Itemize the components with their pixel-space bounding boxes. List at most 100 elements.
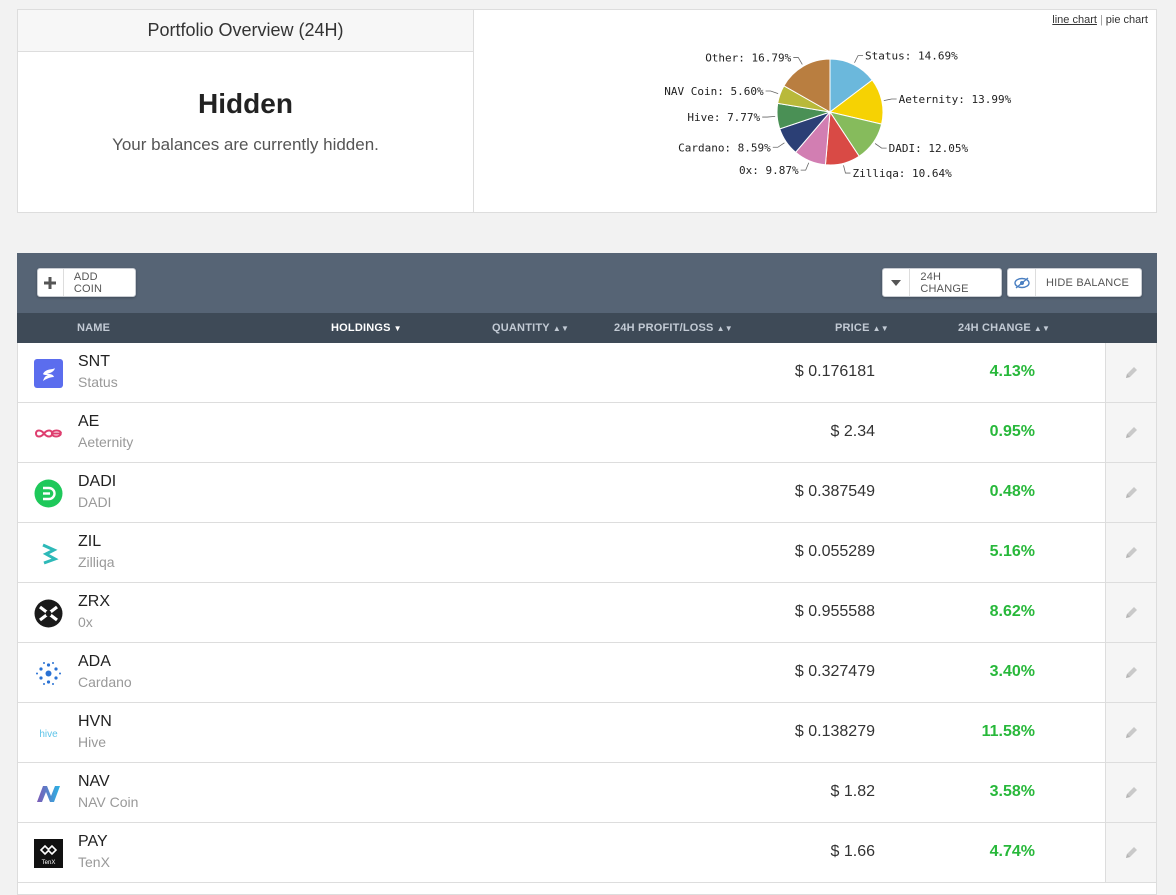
column-24h-change[interactable]: 24H CHANGE ▲▼ xyxy=(958,313,1050,343)
add-coin-label: ADD COIN xyxy=(73,270,103,295)
coin-name: Cardano xyxy=(78,674,132,690)
table-row[interactable]: DADI DADI $ 0.387549 0.48% xyxy=(17,463,1157,523)
coin-symbol: DADI xyxy=(78,473,117,490)
status-logo-icon xyxy=(34,359,63,388)
coin-price: $ 0.327479 xyxy=(794,663,875,680)
pencil-icon xyxy=(1125,667,1137,678)
aeternity-logo-icon xyxy=(34,419,63,448)
column-price[interactable]: PRICE ▲▼ xyxy=(835,313,889,343)
column-name[interactable]: NAME xyxy=(77,313,110,343)
table-row[interactable]: hive HVN Hive $ 0.138279 11.58% xyxy=(17,703,1157,763)
hive-logo-icon: hive xyxy=(34,719,63,748)
pie-label: Aeternity: 13.99% xyxy=(899,93,1012,106)
pencil-icon xyxy=(1125,787,1137,798)
edit-coin-button[interactable] xyxy=(1105,763,1156,822)
column-holdings[interactable]: HOLDINGS ▼ xyxy=(331,313,402,343)
sort-icon: ▲▼ xyxy=(552,324,570,333)
coin-symbol: ADA xyxy=(78,653,111,670)
coin-name: NAV Coin xyxy=(78,794,139,810)
table-row[interactable]: AE Aeternity $ 2.34 0.95% xyxy=(17,403,1157,463)
coin-symbol: ZRX xyxy=(78,593,110,610)
zilliqa-logo-icon xyxy=(34,539,63,568)
navcoin-logo-icon xyxy=(34,779,63,808)
pie-label: Other: 16.79% xyxy=(705,52,791,65)
coin-price: $ 0.955588 xyxy=(794,603,875,620)
table-row[interactable]: ZRX 0x $ 0.955588 8.62% xyxy=(17,583,1157,643)
edit-coin-button[interactable] xyxy=(1105,703,1156,762)
coin-24h-change: 4.74% xyxy=(989,843,1035,860)
coin-24h-change: 0.48% xyxy=(989,483,1035,500)
change-period-dropdown[interactable]: 24H CHANGE xyxy=(882,268,1002,297)
svg-text:hive: hive xyxy=(39,729,58,740)
pencil-icon xyxy=(1125,607,1137,618)
coin-name: 0x xyxy=(78,614,93,630)
pie-leader-line xyxy=(765,90,779,95)
sort-desc-icon: ▼ xyxy=(393,324,402,333)
edit-coin-button[interactable] xyxy=(1105,643,1156,702)
pencil-icon xyxy=(1125,487,1137,498)
coin-name: Status xyxy=(78,374,118,390)
edit-coin-button[interactable] xyxy=(1105,523,1156,582)
pencil-icon xyxy=(1125,367,1137,378)
pie-leader-line xyxy=(793,57,803,65)
pie-label: NAV Coin: 5.60% xyxy=(664,85,764,98)
overview-title: Portfolio Overview (24H) xyxy=(18,10,473,52)
coin-symbol: HVN xyxy=(78,713,112,730)
coin-name: Aeternity xyxy=(78,434,134,450)
table-row[interactable]: ZIL Zilliqa $ 0.055289 5.16% xyxy=(17,523,1157,583)
column-profit-loss[interactable]: 24H PROFIT/LOSS ▲▼ xyxy=(614,313,733,343)
pie-leader-line xyxy=(762,116,776,118)
sort-icon: ▲▼ xyxy=(1033,324,1051,333)
coin-name: TenX xyxy=(78,854,110,870)
coin-24h-change: 0.95% xyxy=(989,423,1035,440)
change-period-label: 24H CHANGE xyxy=(920,270,969,295)
pie-leader-line xyxy=(854,55,864,63)
table-row[interactable] xyxy=(17,883,1157,895)
coin-24h-change: 3.58% xyxy=(989,783,1035,800)
column-quantity[interactable]: QUANTITY ▲▼ xyxy=(492,313,569,343)
svg-text:TenX: TenX xyxy=(42,860,56,866)
coin-24h-change: 11.58% xyxy=(981,723,1035,740)
table-row[interactable]: NAV NAV Coin $ 1.82 3.58% xyxy=(17,763,1157,823)
hidden-subtitle: Your balances are currently hidden. xyxy=(112,135,379,154)
tenx-logo-icon: TenX xyxy=(34,839,63,868)
coin-24h-change: 4.13% xyxy=(989,363,1035,380)
coin-name: DADI xyxy=(78,494,112,510)
hide-balance-button[interactable]: HIDE BALANCE xyxy=(1007,268,1142,297)
pie-label: Hive: 7.77% xyxy=(687,111,760,124)
hide-balance-label: HIDE BALANCE xyxy=(1046,276,1130,289)
pencil-icon xyxy=(1125,847,1137,858)
edit-coin-button[interactable] xyxy=(1105,463,1156,522)
sort-icon: ▲▼ xyxy=(872,324,889,333)
pie-leader-line xyxy=(843,165,851,174)
portfolio-overview-panel: Portfolio Overview (24H) Hidden Your bal… xyxy=(17,9,1157,213)
coin-name: Zilliqa xyxy=(78,554,115,570)
coin-24h-change: 3.40% xyxy=(989,663,1035,680)
caret-down-icon xyxy=(883,269,911,296)
coin-price: $ 1.66 xyxy=(830,843,875,860)
eye-slash-icon xyxy=(1008,269,1036,296)
edit-coin-button[interactable] xyxy=(1105,403,1156,462)
sort-icon: ▲▼ xyxy=(716,324,733,333)
coin-price: $ 2.34 xyxy=(830,423,875,440)
table-row[interactable]: SNT Status $ 0.176181 4.13% xyxy=(17,343,1157,403)
coin-symbol: SNT xyxy=(78,353,110,370)
coin-name: Hive xyxy=(78,734,107,750)
hidden-title: Hidden xyxy=(198,88,293,119)
edit-coin-button[interactable] xyxy=(1105,823,1156,882)
coin-price: $ 0.176181 xyxy=(794,363,875,380)
coin-price: $ 0.387549 xyxy=(794,483,875,500)
0x-logo-icon xyxy=(34,599,63,628)
pie-leader-line xyxy=(883,98,897,102)
edit-coin-button[interactable] xyxy=(1105,343,1156,402)
table-row[interactable]: ADA Cardano $ 0.327479 3.40% xyxy=(17,643,1157,703)
pie-label: Cardano: 8.59% xyxy=(678,141,771,154)
coin-symbol: PAY xyxy=(78,833,108,850)
chart-area: line chart | pie chart Status: 14.69% Aeter… xyxy=(474,10,1156,212)
add-coin-button[interactable]: ADD COIN xyxy=(37,268,136,297)
edit-coin-button[interactable] xyxy=(1105,583,1156,642)
table-row[interactable]: TenX PAY TenX $ 1.66 4.74% xyxy=(17,823,1157,883)
coin-24h-change: 8.62% xyxy=(989,603,1035,620)
portfolio-pie-chart: Status: 14.69% Aeternity: 13.99% DADI: 12.… xyxy=(664,50,1012,180)
pie-label: DADI: 12.05% xyxy=(889,142,969,155)
